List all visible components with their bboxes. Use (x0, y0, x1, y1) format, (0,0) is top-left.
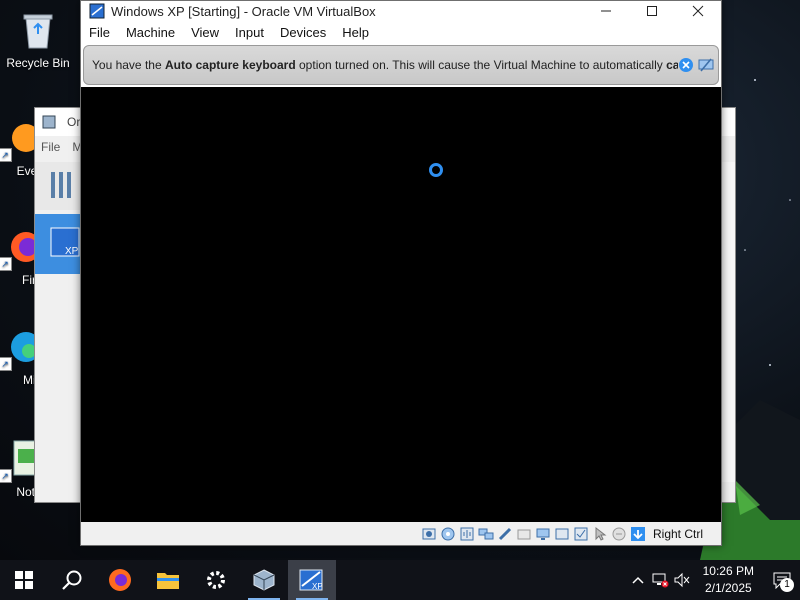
shortcut-arrow-icon: ↗ (0, 357, 12, 371)
windows-xp-vm-icon (89, 3, 105, 19)
notice-text: You have the Auto capture keyboard optio… (92, 58, 678, 72)
maximize-button[interactable] (629, 1, 675, 21)
close-button[interactable] (675, 1, 721, 21)
optical-drive-icon[interactable] (440, 526, 456, 542)
gear-icon (207, 571, 225, 589)
shortcut-arrow-icon: ↗ (0, 257, 12, 271)
notification-count-badge: 1 (780, 578, 794, 592)
taskbar-firefox[interactable] (96, 560, 144, 600)
clock[interactable]: 10:26 PM 2/1/2025 (693, 563, 764, 597)
mouse-integration-icon[interactable] (592, 526, 608, 542)
usb-icon[interactable] (497, 526, 513, 542)
notice-prefix: You have the (92, 58, 165, 72)
virtualbox-icon (42, 115, 56, 129)
vm-titlebar[interactable]: Windows XP [Starting] - Oracle VM Virtua… (81, 1, 721, 21)
svg-text:XP: XP (65, 246, 79, 257)
virtualbox-icon (253, 569, 275, 591)
menu-file[interactable]: File (81, 25, 118, 40)
volume-button[interactable] (671, 560, 693, 600)
manager-menu-file[interactable]: File (35, 140, 66, 154)
network-disconnected-icon (652, 573, 669, 588)
minimize-icon (601, 10, 611, 12)
menu-help[interactable]: Help (334, 25, 377, 40)
notice-middle: option turned on. This will cause the Vi… (295, 58, 667, 72)
host-key-icon[interactable] (630, 526, 646, 542)
action-center-button[interactable]: 1 (764, 560, 800, 600)
audio-icon[interactable] (459, 526, 475, 542)
svg-text:XP: XP (312, 582, 323, 591)
taskbar-virtualbox[interactable] (240, 560, 288, 600)
menu-machine[interactable]: Machine (118, 25, 183, 40)
vm-display[interactable] (81, 87, 721, 522)
tools-item[interactable] (35, 162, 81, 210)
windows-logo-icon (15, 571, 33, 589)
vm-menubar: File Machine View Input Devices Help (81, 21, 721, 43)
network-icon[interactable] (478, 526, 494, 542)
vt-x-icon[interactable] (573, 526, 589, 542)
folder-icon (157, 573, 179, 589)
firefox-icon (109, 569, 131, 591)
hard-disk-icon[interactable] (421, 526, 437, 542)
auto-capture-notice: You have the Auto capture keyboard optio… (83, 45, 719, 85)
show-hidden-icons-button[interactable] (627, 560, 649, 600)
windows-xp-vm-icon: XP (50, 227, 80, 257)
menu-devices[interactable]: Devices (272, 25, 334, 40)
notice-bold-auto-capture: Auto capture keyboard (164, 58, 296, 72)
start-button[interactable] (0, 560, 48, 600)
notice-bold-capture: capture (666, 58, 678, 72)
recycle-bin-icon (16, 8, 60, 52)
loading-spinner-icon (429, 163, 443, 177)
vm-list-item-windows-xp[interactable]: XP (35, 214, 81, 274)
search-icon (62, 570, 82, 590)
speaker-muted-icon (674, 572, 690, 588)
system-tray: 10:26 PM 2/1/2025 1 (627, 560, 800, 600)
display-icon[interactable] (535, 526, 551, 542)
recording-icon[interactable] (554, 526, 570, 542)
notice-dont-show-icon[interactable] (698, 57, 714, 73)
vm-statusbar: Right Ctrl (81, 522, 721, 545)
menu-input[interactable]: Input (227, 25, 272, 40)
search-button[interactable] (48, 560, 96, 600)
windows-xp-vm-icon: XP (299, 569, 323, 591)
window-title: Windows XP [Starting] - Oracle VM Virtua… (111, 3, 376, 19)
taskbar-settings[interactable] (192, 560, 240, 600)
network-status-button[interactable] (649, 560, 671, 600)
manager-scrollbar[interactable] (720, 162, 735, 482)
menu-view[interactable]: View (183, 25, 227, 40)
taskbar-file-explorer[interactable] (144, 560, 192, 600)
clock-time: 10:26 PM (702, 564, 754, 578)
taskbar: XP 10:26 PM 2/1/2025 1 (0, 560, 800, 600)
keyboard-capture-icon[interactable] (611, 526, 627, 542)
clock-date: 2/1/2025 (704, 581, 752, 595)
vm-window[interactable]: Windows XP [Starting] - Oracle VM Virtua… (80, 0, 722, 546)
minimize-button[interactable] (583, 1, 629, 21)
notice-close-icon[interactable] (678, 57, 694, 73)
maximize-icon (647, 6, 657, 16)
shortcut-arrow-icon: ↗ (0, 148, 12, 162)
tools-icon (51, 172, 71, 198)
chevron-up-icon (632, 576, 644, 584)
desktop-icon-label: Recycle Bin (6, 56, 70, 70)
shared-folders-icon[interactable] (516, 526, 532, 542)
shortcut-arrow-icon: ↗ (0, 469, 12, 483)
recycle-bin-shortcut[interactable]: Recycle Bin (0, 8, 76, 70)
host-key-label: Right Ctrl (652, 526, 703, 541)
taskbar-windows-xp-vm[interactable]: XP (288, 560, 336, 600)
close-icon (692, 5, 704, 17)
